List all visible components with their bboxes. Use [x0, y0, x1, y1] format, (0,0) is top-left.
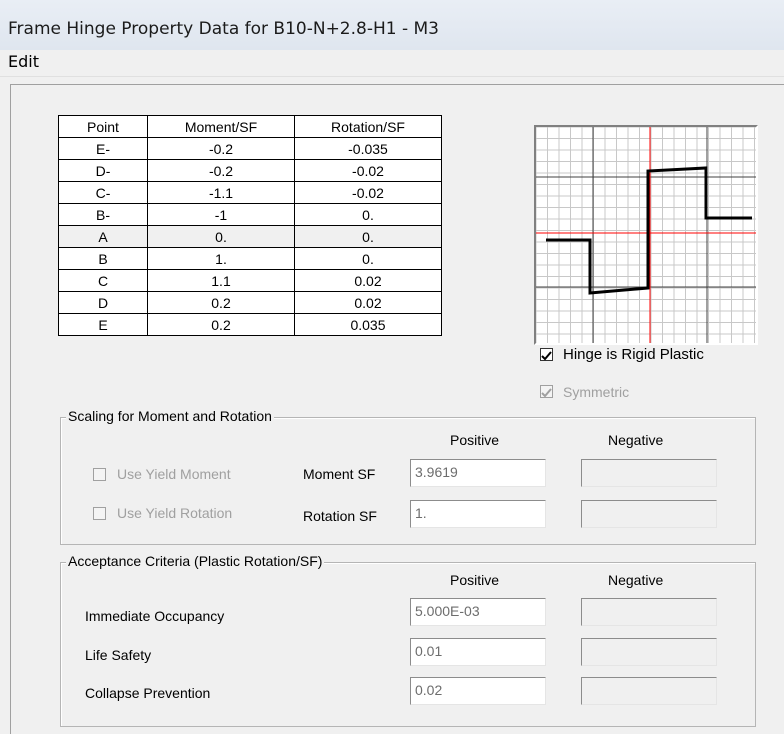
io-negative-input[interactable] [581, 598, 717, 626]
immediate-occupancy-label: Immediate Occupancy [85, 608, 225, 624]
table-row[interactable]: A 0. 0. [58, 225, 442, 248]
acceptance-group-legend: Acceptance Criteria (Plastic Rotation/SF… [66, 553, 325, 569]
cell-point[interactable]: E [58, 313, 148, 336]
rigid-plastic-label[interactable]: Hinge is Rigid Plastic [563, 346, 704, 363]
use-yield-rotation-checkbox[interactable] [93, 507, 106, 520]
collapse-prevention-label: Collapse Prevention [85, 685, 211, 701]
table-row[interactable]: D 0.2 0.02 [58, 291, 442, 314]
scaling-negative-header: Negative [608, 432, 664, 448]
cell-moment[interactable]: 0.2 [147, 313, 295, 336]
cell-moment[interactable]: -0.2 [147, 159, 295, 182]
table-row[interactable]: C- -1.1 -0.02 [58, 181, 442, 204]
col-header-rotation: Rotation/SF [294, 115, 442, 138]
table-row[interactable]: B 1. 0. [58, 247, 442, 270]
cell-point[interactable]: D [58, 291, 148, 314]
grid-lines [535, 126, 756, 343]
cell-rotation[interactable]: 0. [294, 247, 442, 270]
cell-point[interactable]: D- [58, 159, 148, 182]
acceptance-negative-header: Negative [608, 572, 664, 588]
cell-moment[interactable]: -1 [147, 203, 295, 226]
scaling-group-legend: Scaling for Moment and Rotation [66, 408, 274, 424]
cell-point[interactable]: B [58, 247, 148, 270]
menu-bar: Edit [0, 50, 784, 77]
table-row[interactable]: E- -0.2 -0.035 [58, 137, 442, 160]
cell-rotation[interactable]: 0. [294, 225, 442, 248]
cp-negative-input[interactable] [581, 677, 717, 705]
cell-rotation[interactable]: 0.035 [294, 313, 442, 336]
cell-rotation[interactable]: -0.02 [294, 159, 442, 182]
check-icon [541, 388, 552, 398]
cell-moment[interactable]: 0.2 [147, 291, 295, 314]
hinge-curve-svg [535, 126, 756, 343]
col-header-point: Point [58, 115, 148, 138]
use-yield-rotation-label[interactable]: Use Yield Rotation [117, 505, 232, 521]
rigid-plastic-checkbox[interactable] [540, 348, 553, 361]
cell-point[interactable]: C- [58, 181, 148, 204]
use-yield-moment-label[interactable]: Use Yield Moment [117, 466, 231, 482]
cell-moment[interactable]: 1. [147, 247, 295, 270]
col-header-moment: Moment/SF [147, 115, 295, 138]
table-row[interactable]: D- -0.2 -0.02 [58, 159, 442, 182]
cell-rotation[interactable]: 0.02 [294, 291, 442, 314]
window-title: Frame Hinge Property Data for B10-N+2.8-… [8, 19, 440, 39]
hinge-points-table: Point Moment/SF Rotation/SF E- -0.2 -0.035… [58, 115, 442, 336]
cell-point[interactable]: A [58, 225, 148, 248]
rotation-sf-positive-input[interactable]: 1. [410, 500, 546, 528]
rotation-sf-negative-input[interactable] [581, 500, 717, 528]
cell-rotation[interactable]: -0.035 [294, 137, 442, 160]
cell-rotation[interactable]: -0.02 [294, 181, 442, 204]
moment-sf-negative-input[interactable] [581, 459, 717, 487]
ls-positive-input[interactable]: 0.01 [410, 638, 546, 666]
cp-positive-input[interactable]: 0.02 [410, 677, 546, 705]
acceptance-positive-header: Positive [450, 572, 500, 588]
cell-moment[interactable]: -0.2 [147, 137, 295, 160]
moment-sf-positive-input[interactable]: 3.9619 [410, 459, 546, 487]
rotation-sf-label: Rotation SF [303, 508, 377, 524]
symmetric-checkbox[interactable] [540, 385, 553, 398]
table-row[interactable]: C 1.1 0.02 [58, 269, 442, 292]
hinge-curve-preview [534, 125, 758, 345]
cell-point[interactable]: E- [58, 137, 148, 160]
symmetric-label[interactable]: Symmetric [563, 384, 629, 400]
cell-point[interactable]: C [58, 269, 148, 292]
table-row[interactable]: E 0.2 0.035 [58, 313, 442, 336]
check-icon [541, 351, 552, 361]
scaling-positive-header: Positive [450, 432, 500, 448]
cell-rotation[interactable]: 0. [294, 203, 442, 226]
cell-point[interactable]: B- [58, 203, 148, 226]
cell-moment[interactable]: 0. [147, 225, 295, 248]
ls-negative-input[interactable] [581, 638, 717, 666]
life-safety-label: Life Safety [85, 647, 152, 663]
moment-sf-label: Moment SF [303, 466, 376, 482]
table-row[interactable]: B- -1 0. [58, 203, 442, 226]
io-positive-input[interactable]: 5.000E-03 [410, 598, 546, 626]
use-yield-moment-checkbox[interactable] [93, 468, 106, 481]
cell-rotation[interactable]: 0.02 [294, 269, 442, 292]
menu-edit[interactable]: Edit [8, 52, 39, 71]
title-bar: Frame Hinge Property Data for B10-N+2.8-… [0, 0, 784, 50]
cell-moment[interactable]: -1.1 [147, 181, 295, 204]
cell-moment[interactable]: 1.1 [147, 269, 295, 292]
